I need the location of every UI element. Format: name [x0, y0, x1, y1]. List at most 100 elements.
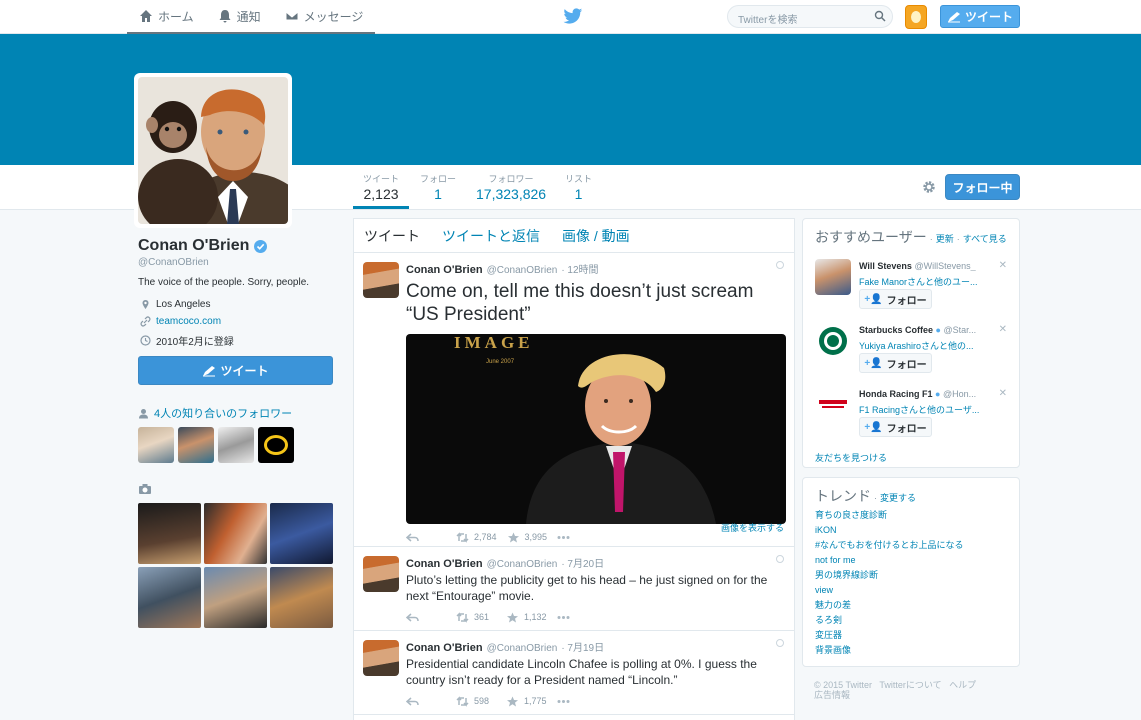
media-thumbnail[interactable]: [138, 503, 201, 564]
twitter-bird-icon[interactable]: [563, 8, 583, 25]
follow-button[interactable]: +👤 フォロー: [859, 353, 932, 373]
tweet-to-button[interactable]: ツイート: [138, 356, 333, 385]
search-icon[interactable]: [874, 10, 886, 22]
suggestion-avatar[interactable]: [815, 259, 851, 295]
reply-button[interactable]: [406, 612, 446, 623]
stat-tweets[interactable]: ツイート 2,123: [363, 172, 399, 202]
change-trends-link[interactable]: 変更する: [880, 491, 916, 504]
trend-item[interactable]: 育ちの良さ度診断: [803, 508, 1019, 523]
profile-avatar[interactable]: [134, 73, 292, 228]
media-thumbnail[interactable]: [204, 567, 267, 628]
follower-avatar[interactable]: [138, 427, 174, 463]
stat-lists[interactable]: リスト 1: [565, 172, 592, 202]
tab-tweets-replies[interactable]: ツイートと返信: [442, 226, 540, 246]
nav-home[interactable]: ホーム: [127, 0, 206, 32]
tweet-time[interactable]: · 7月19日: [561, 639, 604, 654]
media-thumbnail[interactable]: [204, 503, 267, 564]
suggestion-name[interactable]: Will Stevens @WillStevens_: [859, 261, 1007, 271]
view-all-link[interactable]: すべて見る: [963, 232, 1007, 245]
tweet-time[interactable]: · 7月20日: [561, 555, 604, 570]
tweet-author-avatar[interactable]: [363, 556, 399, 592]
following-button[interactable]: フォロー中: [945, 174, 1020, 200]
reply-button[interactable]: [406, 532, 446, 543]
search-input[interactable]: Twitterを検索: [727, 5, 893, 28]
trend-item[interactable]: 変圧器: [803, 628, 1019, 643]
retweet-button[interactable]: 361: [456, 611, 496, 623]
tweet-item[interactable]: Conan O'Brien @ConanOBrien · 12時間 Come o…: [354, 253, 794, 547]
tweet-menu-icon[interactable]: [776, 639, 784, 647]
known-followers-link[interactable]: 4人の知り合いのフォロワー: [138, 405, 292, 421]
timeline: ツイート ツイートと返信 画像 / 動画 Conan O'Brien @Cona…: [353, 218, 795, 720]
footer-about-link[interactable]: Twitterについて: [879, 680, 941, 690]
dismiss-icon[interactable]: ✕: [999, 388, 1007, 399]
website-link[interactable]: teamcoco.com: [156, 316, 221, 327]
trend-item[interactable]: 背景画像: [803, 643, 1019, 658]
user-avatar[interactable]: [905, 5, 927, 29]
footer-help-link[interactable]: ヘルプ: [949, 680, 976, 690]
media-thumbnail[interactable]: [270, 503, 333, 564]
tweet-item[interactable]: Conan O'Brien @ConanOBrien · 7月20日 Pluto…: [354, 547, 794, 631]
refresh-link[interactable]: 更新: [936, 232, 954, 245]
tweet-author-name[interactable]: Conan O'Brien: [406, 642, 483, 654]
show-image-link[interactable]: 画像を表示する: [721, 521, 784, 534]
trend-item[interactable]: 魅力の差: [803, 598, 1019, 613]
trend-item[interactable]: view: [803, 583, 1019, 598]
suggestion-avatar[interactable]: [815, 323, 851, 359]
tweet-author-name[interactable]: Conan O'Brien: [406, 264, 483, 276]
suggestion-context[interactable]: Fake Manorさんと他のユー...: [859, 275, 999, 288]
like-button[interactable]: 1,132: [506, 612, 547, 623]
retweet-button[interactable]: 598: [456, 695, 496, 707]
media-thumbnail[interactable]: [270, 567, 333, 628]
nav-messages[interactable]: メッセージ: [273, 0, 376, 32]
camera-icon[interactable]: [138, 483, 152, 495]
tweet-author-handle[interactable]: @ConanOBrien: [487, 559, 558, 570]
footer-ads-link[interactable]: 広告情報: [814, 690, 850, 700]
dismiss-icon[interactable]: ✕: [999, 324, 1007, 335]
retweet-button[interactable]: 2,784: [456, 531, 497, 543]
stat-followers[interactable]: フォロワー 17,323,826: [476, 172, 546, 202]
tab-tweets[interactable]: ツイート: [364, 226, 420, 246]
profile-website[interactable]: teamcoco.com: [140, 316, 221, 327]
suggestion-context[interactable]: Yukiya Arashiroさんと他の...: [859, 339, 999, 352]
follower-avatar[interactable]: [178, 427, 214, 463]
tweet-author-name[interactable]: Conan O'Brien: [406, 558, 483, 570]
dismiss-icon[interactable]: ✕: [999, 260, 1007, 271]
tweet-item[interactable]: Conan O'Brien @ConanOBrien · 7月19日 Presi…: [354, 631, 794, 715]
suggestion-avatar[interactable]: [815, 387, 851, 423]
follower-avatar[interactable]: [218, 427, 254, 463]
trend-item[interactable]: るろ剣: [803, 613, 1019, 628]
suggestion-context[interactable]: F1 Racingさんと他のユーザ...: [859, 403, 999, 416]
media-thumbnail[interactable]: [138, 567, 201, 628]
suggestion-name[interactable]: Honda Racing F1 ● @Hon...: [859, 389, 1007, 399]
reply-button[interactable]: [406, 696, 446, 707]
trend-item[interactable]: #なんでもおを付けるとお上品になる: [803, 538, 1019, 553]
stat-following[interactable]: フォロー 1: [420, 172, 456, 202]
find-friends-link[interactable]: 友だちを見つける: [803, 451, 1019, 464]
tweet-author-avatar[interactable]: [363, 640, 399, 676]
profile-handle[interactable]: @ConanOBrien: [138, 257, 209, 268]
tweet-author-handle[interactable]: @ConanOBrien: [487, 643, 558, 654]
follow-button[interactable]: +👤 フォロー: [859, 289, 932, 309]
more-button[interactable]: [557, 532, 597, 543]
follow-button[interactable]: +👤 フォロー: [859, 417, 932, 437]
tab-media[interactable]: 画像 / 動画: [562, 226, 630, 246]
tweet-menu-icon[interactable]: [776, 555, 784, 563]
like-button[interactable]: 1,775: [506, 696, 547, 707]
follower-avatar[interactable]: [258, 427, 294, 463]
nav-notifications[interactable]: 通知: [206, 0, 273, 32]
tweet-media-image[interactable]: IMAGE June 2007: [406, 334, 786, 524]
more-button[interactable]: [557, 612, 597, 623]
suggestion-name[interactable]: Starbucks Coffee ● @Star...: [859, 325, 1007, 335]
trend-item[interactable]: 男の境界線診断: [803, 568, 1019, 583]
tweet-time[interactable]: · 12時間: [561, 261, 598, 276]
trend-item[interactable]: iKON: [803, 523, 1019, 538]
tweet-author-handle[interactable]: @ConanOBrien: [487, 265, 558, 276]
like-button[interactable]: 3,995: [507, 532, 547, 543]
trend-item[interactable]: not for me: [803, 553, 1019, 568]
gear-icon[interactable]: [921, 179, 937, 195]
verified-badge-icon: [254, 239, 268, 253]
tweet-author-avatar[interactable]: [363, 262, 399, 298]
compose-tweet-button[interactable]: ツイート: [940, 5, 1020, 28]
more-button[interactable]: [557, 696, 597, 707]
tweet-menu-icon[interactable]: [776, 261, 784, 269]
